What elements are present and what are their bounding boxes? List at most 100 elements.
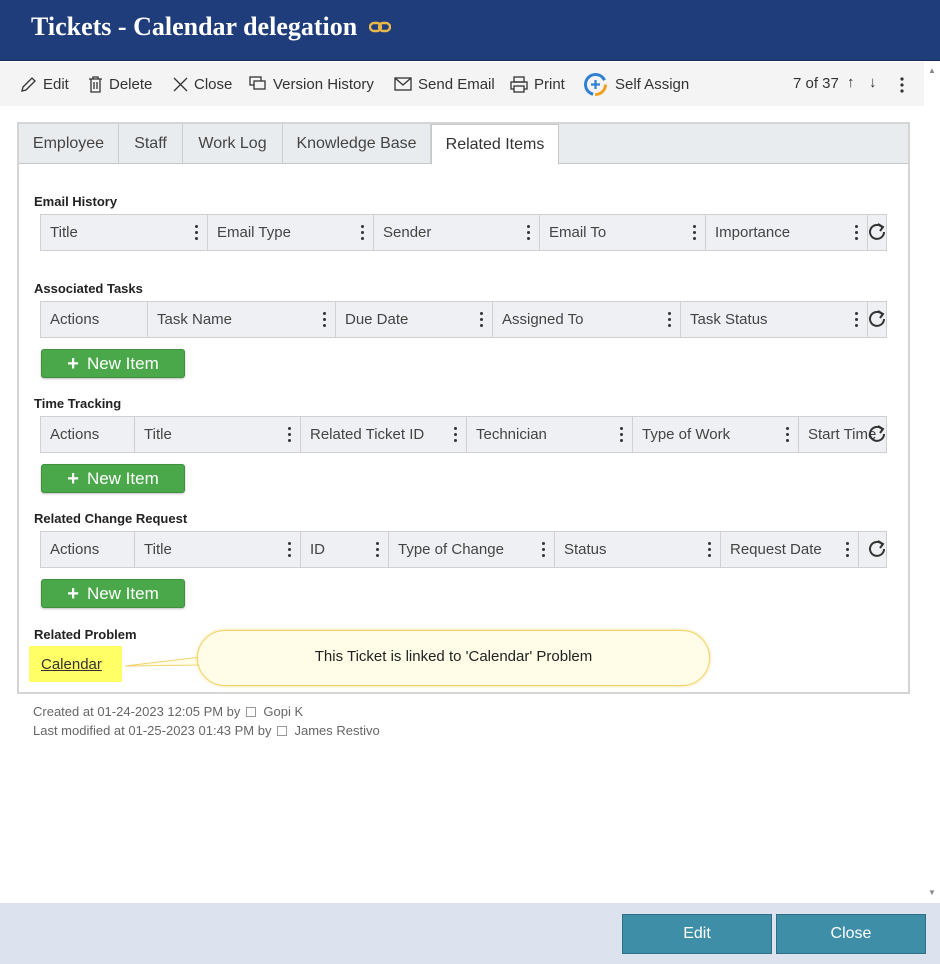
refresh-icon[interactable] [867,424,887,444]
pager-text: 7 of 37 [793,75,839,92]
new-change-request-button[interactable]: + New Item [41,579,185,608]
column-header-assigned-to[interactable]: Assigned To [493,302,681,337]
new-time-entry-button[interactable]: + New Item [41,464,185,493]
user-icon [277,725,288,736]
modified-text: Last modified at 01-25-2023 01:43 PM by [33,723,272,738]
column-menu-icon [361,225,365,241]
version-history-button[interactable]: Version History [249,73,374,95]
more-options-icon[interactable] [897,76,907,94]
send-email-label: Send Email [418,75,495,93]
refresh-icon[interactable] [867,539,887,559]
column-header-type-of-work[interactable]: Type of Work [633,417,799,452]
new-task-button[interactable]: + New Item [41,349,185,378]
modified-info: Last modified at 01-25-2023 01:43 PM by … [33,723,380,738]
column-header-type-of-change[interactable]: Type of Change [389,532,555,567]
column-menu-icon [195,225,199,241]
column-header-status[interactable]: Status [555,532,721,567]
column-header-sender[interactable]: Sender [374,215,540,250]
column-header-email-type[interactable]: Email Type [208,215,374,250]
column-header-task-name[interactable]: Task Name [148,302,336,337]
column-menu-icon [454,427,458,443]
column-menu-icon [620,427,624,443]
column-header-title[interactable]: Title [135,532,301,567]
version-history-label: Version History [273,75,374,93]
column-menu-icon [376,542,380,558]
delete-button[interactable]: Delete [88,73,152,95]
column-header-actions[interactable]: Actions [41,302,148,337]
email-history-title: Email History [34,194,118,209]
edit-button[interactable]: Edit [20,73,69,95]
column-header-title[interactable]: Title [41,215,208,250]
column-header-related-ticket-id[interactable]: Related Ticket ID [301,417,467,452]
column-header-actions[interactable]: Actions [41,417,135,452]
column-header-task-status[interactable]: Task Status [681,302,868,337]
column-header-id[interactable]: ID [301,532,389,567]
scroll-up-icon[interactable]: ▲ [928,66,936,75]
related-problem-title: Related Problem [34,627,137,642]
self-assign-button[interactable]: Self Assign [583,72,690,96]
self-assign-icon [584,72,607,96]
toolbar: Edit Delete Close Version History Send E… [0,62,924,106]
footer-edit-button[interactable]: Edit [622,914,772,954]
column-menu-icon [288,427,292,443]
arrow-up-icon[interactable]: ↑ [847,74,855,91]
tab-related-items[interactable]: Related Items [431,124,559,165]
scroll-down-icon[interactable]: ▼ [928,888,936,897]
window-title: Tickets - Calendar delegation [31,12,358,41]
callout-pointer [125,656,201,667]
column-menu-icon [846,542,850,558]
email-history-grid: Title Email Type Sender Email To Importa… [40,214,887,251]
refresh-icon[interactable] [867,309,887,329]
related-items-panel: Employee Staff Work Log Knowledge Base R… [17,122,910,694]
related-problem-link[interactable]: Calendar [29,646,122,682]
tab-strip: Employee Staff Work Log Knowledge Base R… [19,124,908,165]
column-header-email-to[interactable]: Email To [540,215,706,250]
footer-bar: Edit Close [0,903,940,964]
scrollbar[interactable] [924,62,940,902]
column-header-request-date[interactable]: Request Date [721,532,859,567]
envelope-icon [394,77,412,91]
footer-close-button[interactable]: Close [776,914,926,954]
associated-tasks-grid: Actions Task Name Due Date Assigned To T… [40,301,887,338]
edit-label: Edit [43,75,69,93]
user-icon [246,706,257,717]
link-icon[interactable] [369,18,391,36]
delete-label: Delete [109,75,153,93]
send-email-button[interactable]: Send Email [394,73,495,95]
column-menu-icon [708,542,712,558]
close-icon [173,77,188,91]
related-change-request-title: Related Change Request [34,511,188,526]
plus-icon: + [67,582,79,605]
refresh-icon[interactable] [867,222,887,242]
column-menu-icon [855,312,859,328]
created-by[interactable]: Gopi K [263,704,303,719]
tab-staff[interactable]: Staff [119,124,183,164]
column-menu-icon [542,542,546,558]
column-menu-icon [480,312,484,328]
column-header-due-date[interactable]: Due Date [336,302,493,337]
print-label: Print [534,75,565,93]
self-assign-label: Self Assign [615,75,690,93]
column-header-actions[interactable]: Actions [41,532,135,567]
tab-knowledge-base[interactable]: Knowledge Base [283,124,431,164]
column-menu-icon [668,312,672,328]
created-text: Created at 01-24-2023 12:05 PM by [33,704,241,719]
tab-work-log[interactable]: Work Log [183,124,283,164]
version-history-icon [249,76,266,90]
column-header-title[interactable]: Title [135,417,301,452]
trash-icon [89,75,102,93]
plus-icon: + [67,352,79,375]
arrow-down-icon[interactable]: ↓ [869,74,877,91]
column-header-importance[interactable]: Importance [706,215,868,250]
printer-icon [510,75,528,93]
close-button[interactable]: Close [173,73,232,95]
time-tracking-title: Time Tracking [34,396,122,411]
column-menu-icon [786,427,790,443]
print-button[interactable]: Print [510,73,565,95]
column-header-technician[interactable]: Technician [467,417,633,452]
modified-by[interactable]: James Restivo [294,723,379,738]
title-bar: Tickets - Calendar delegation [0,0,940,61]
column-menu-icon [693,225,697,241]
tab-employee[interactable]: Employee [19,124,119,164]
related-change-request-grid: Actions Title ID Type of Change Status R… [40,531,887,568]
